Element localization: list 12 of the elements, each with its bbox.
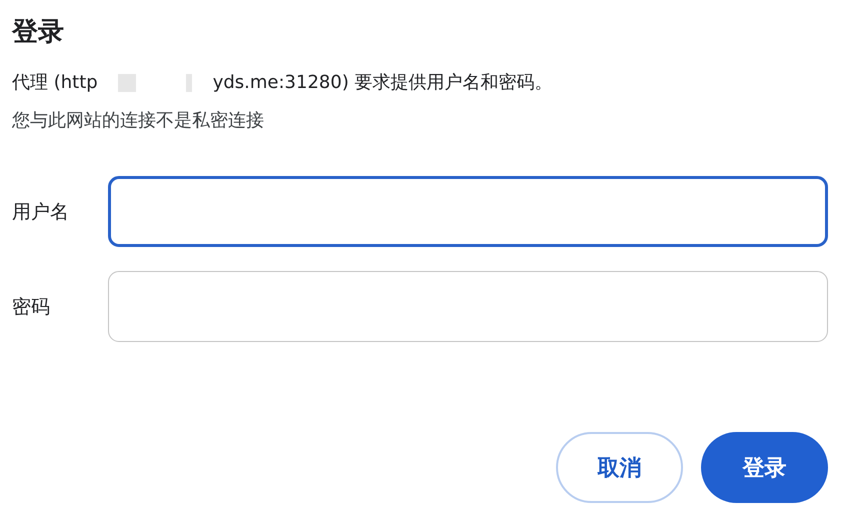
proxy-message: 代理 (http [12, 71, 98, 95]
password-field[interactable] [108, 271, 828, 342]
redaction-mark [186, 74, 192, 92]
login-button[interactable]: 登录 [701, 432, 828, 503]
username-field[interactable] [108, 176, 828, 247]
redaction-mark [118, 74, 136, 92]
proxy-message: yds.me:31280) 要求提供用户名和密码。 [212, 71, 553, 95]
cancel-button[interactable]: 取消 [556, 432, 683, 503]
dialog-title: 登录 [12, 16, 65, 49]
field-label: 用户名 [12, 200, 70, 224]
privacy-notice: 您与此网站的连接不是私密连接 [12, 109, 265, 133]
field-label: 密码 [12, 294, 51, 320]
